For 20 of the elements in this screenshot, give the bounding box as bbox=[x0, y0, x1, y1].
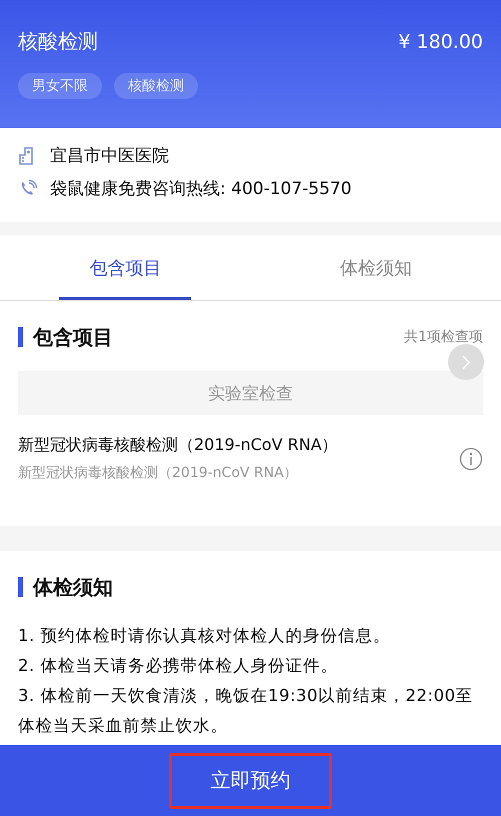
package-title: 核酸检测 bbox=[18, 28, 98, 55]
item-count: 共1项检查项 bbox=[404, 328, 483, 346]
book-now-button[interactable]: 立即预约 bbox=[169, 752, 332, 808]
section-title: 体检须知 bbox=[18, 577, 113, 597]
tag: 男女不限 bbox=[18, 73, 102, 99]
notice-text: 1. 预约体检时请你认真核对体检人的身份信息。 bbox=[18, 625, 392, 647]
price: ¥ 180.00 bbox=[398, 30, 483, 52]
notice-text: 3. 体检前一天饮食清淡，晚饭在19:30以前结束，22:00至体检当天采血前禁止饮水。 bbox=[18, 685, 474, 737]
notice-text: 2. 体检当天请务必携带体检人身份证件。 bbox=[18, 655, 339, 677]
section-title: 包含项目 bbox=[18, 327, 113, 347]
hospital-name: 宜昌市中医医院 bbox=[50, 145, 169, 167]
tab[interactable]: 包含项目 bbox=[0, 235, 250, 300]
category-header: 实验室检查 bbox=[18, 371, 483, 415]
hotline-text: 袋鼠健康免费咨询热线: 400-107-5570 bbox=[50, 178, 352, 200]
info-icon[interactable] bbox=[459, 446, 483, 470]
tag: 核酸检测 bbox=[114, 73, 198, 99]
item-name: 新型冠状病毒核酸检测（2019-nCoV RNA） bbox=[18, 435, 338, 456]
tab[interactable]: 体检须知 bbox=[250, 235, 501, 300]
item-description: 新型冠状病毒核酸检测（2019-nCoV RNA） bbox=[18, 464, 299, 482]
chevron-right-icon bbox=[462, 354, 470, 370]
